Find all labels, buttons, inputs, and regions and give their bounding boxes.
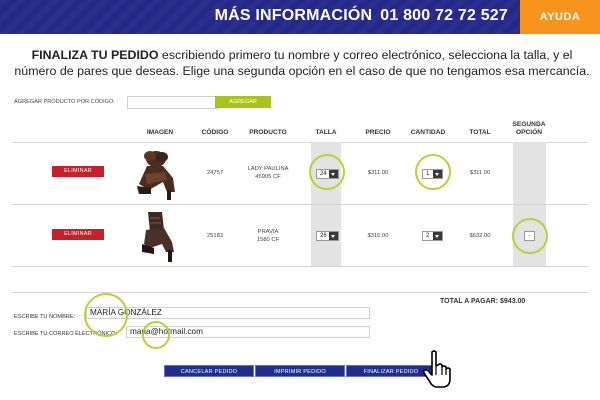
quantity-value: 2: [426, 233, 430, 239]
highlight-ring: [142, 321, 170, 349]
header-opcion: OPCIÓN: [515, 129, 542, 136]
instructions: FINALIZA TU PEDIDO escribiendo primero t…: [14, 47, 590, 79]
product-name: LADY PAULINA: [247, 166, 289, 172]
highlight-ring: [415, 154, 451, 190]
print-order-button[interactable]: IMPRIMIR PEDIDO: [255, 365, 345, 377]
header-talla: TALLA: [315, 129, 337, 136]
chevron-down-icon: [329, 232, 338, 240]
table-header: IMAGEN CÓDIGO PRODUCTO TALLA PRECIO CANT…: [0, 116, 600, 142]
header-segunda: SEGUNDA: [512, 121, 546, 128]
product-name: PRAVIA: [257, 229, 279, 235]
product-ref: 45905 CF: [255, 174, 281, 180]
name-field[interactable]: MARÍA GONZÁLEZ: [86, 307, 370, 319]
add-product-label: AGREGAR PRODUCTO POR CÓDIGO:: [14, 99, 115, 105]
product-price: $311.00: [367, 170, 389, 176]
table-row: ELIMINAR 24757 LADY PAULINA 45905 CF 24 …: [0, 142, 600, 204]
product-code: 24757: [206, 170, 224, 176]
size-value: 26: [320, 233, 327, 239]
instructions-title: FINALIZA TU PEDIDO: [31, 48, 159, 62]
product-ref: 1580 CF: [256, 237, 280, 243]
header-precio: PRECIO: [365, 129, 391, 136]
remove-button[interactable]: ELIMINAR: [52, 229, 104, 240]
row-total: $311.00: [469, 170, 491, 176]
header-imagen: IMAGEN: [146, 129, 174, 136]
product-code: 25183: [206, 233, 224, 239]
shoe-image: [137, 151, 175, 200]
total-to-pay: TOTAL A PAGAR: $943.00: [440, 298, 526, 305]
divider: [12, 292, 588, 293]
help-button[interactable]: AYUDA: [520, 0, 600, 34]
remove-button[interactable]: ELIMINAR: [52, 166, 104, 177]
product-price: $316.00: [367, 233, 389, 239]
hand-pointer-icon: [422, 350, 451, 388]
header-producto: PRODUCTO: [249, 129, 287, 136]
name-label: ESCRIBE TU NOMBRE:: [14, 314, 76, 320]
top-bar: MÁS INFORMACIÓN 01 800 72 72 527 AYUDA: [0, 0, 600, 34]
header-total: TOTAL: [469, 129, 491, 136]
chevron-down-icon: [433, 232, 442, 240]
product-code-input[interactable]: [127, 96, 220, 109]
row-total: $632.00: [469, 233, 491, 239]
highlight-ring: [512, 218, 548, 254]
contact-info: MÁS INFORMACIÓN 01 800 72 72 527: [215, 7, 508, 25]
highlight-ring: [84, 293, 128, 337]
highlight-ring: [309, 154, 345, 190]
phone-number: 01 800 72 72 527: [380, 7, 508, 24]
quantity-select[interactable]: 2: [422, 231, 443, 241]
add-product-button[interactable]: AGREGAR: [215, 96, 271, 108]
shoe-image: [142, 212, 174, 262]
info-label: MÁS INFORMACIÓN: [214, 7, 373, 24]
divider: [12, 266, 588, 267]
size-select[interactable]: 26: [316, 231, 339, 241]
header-codigo: CÓDIGO: [201, 129, 229, 136]
header-cantidad: CANTIDAD: [410, 129, 446, 136]
cancel-order-button[interactable]: CANCELAR PEDIDO: [164, 365, 254, 377]
table-row: ELIMINAR 25183 PRAVIA 1580 CF 26 $316.00…: [0, 204, 600, 266]
